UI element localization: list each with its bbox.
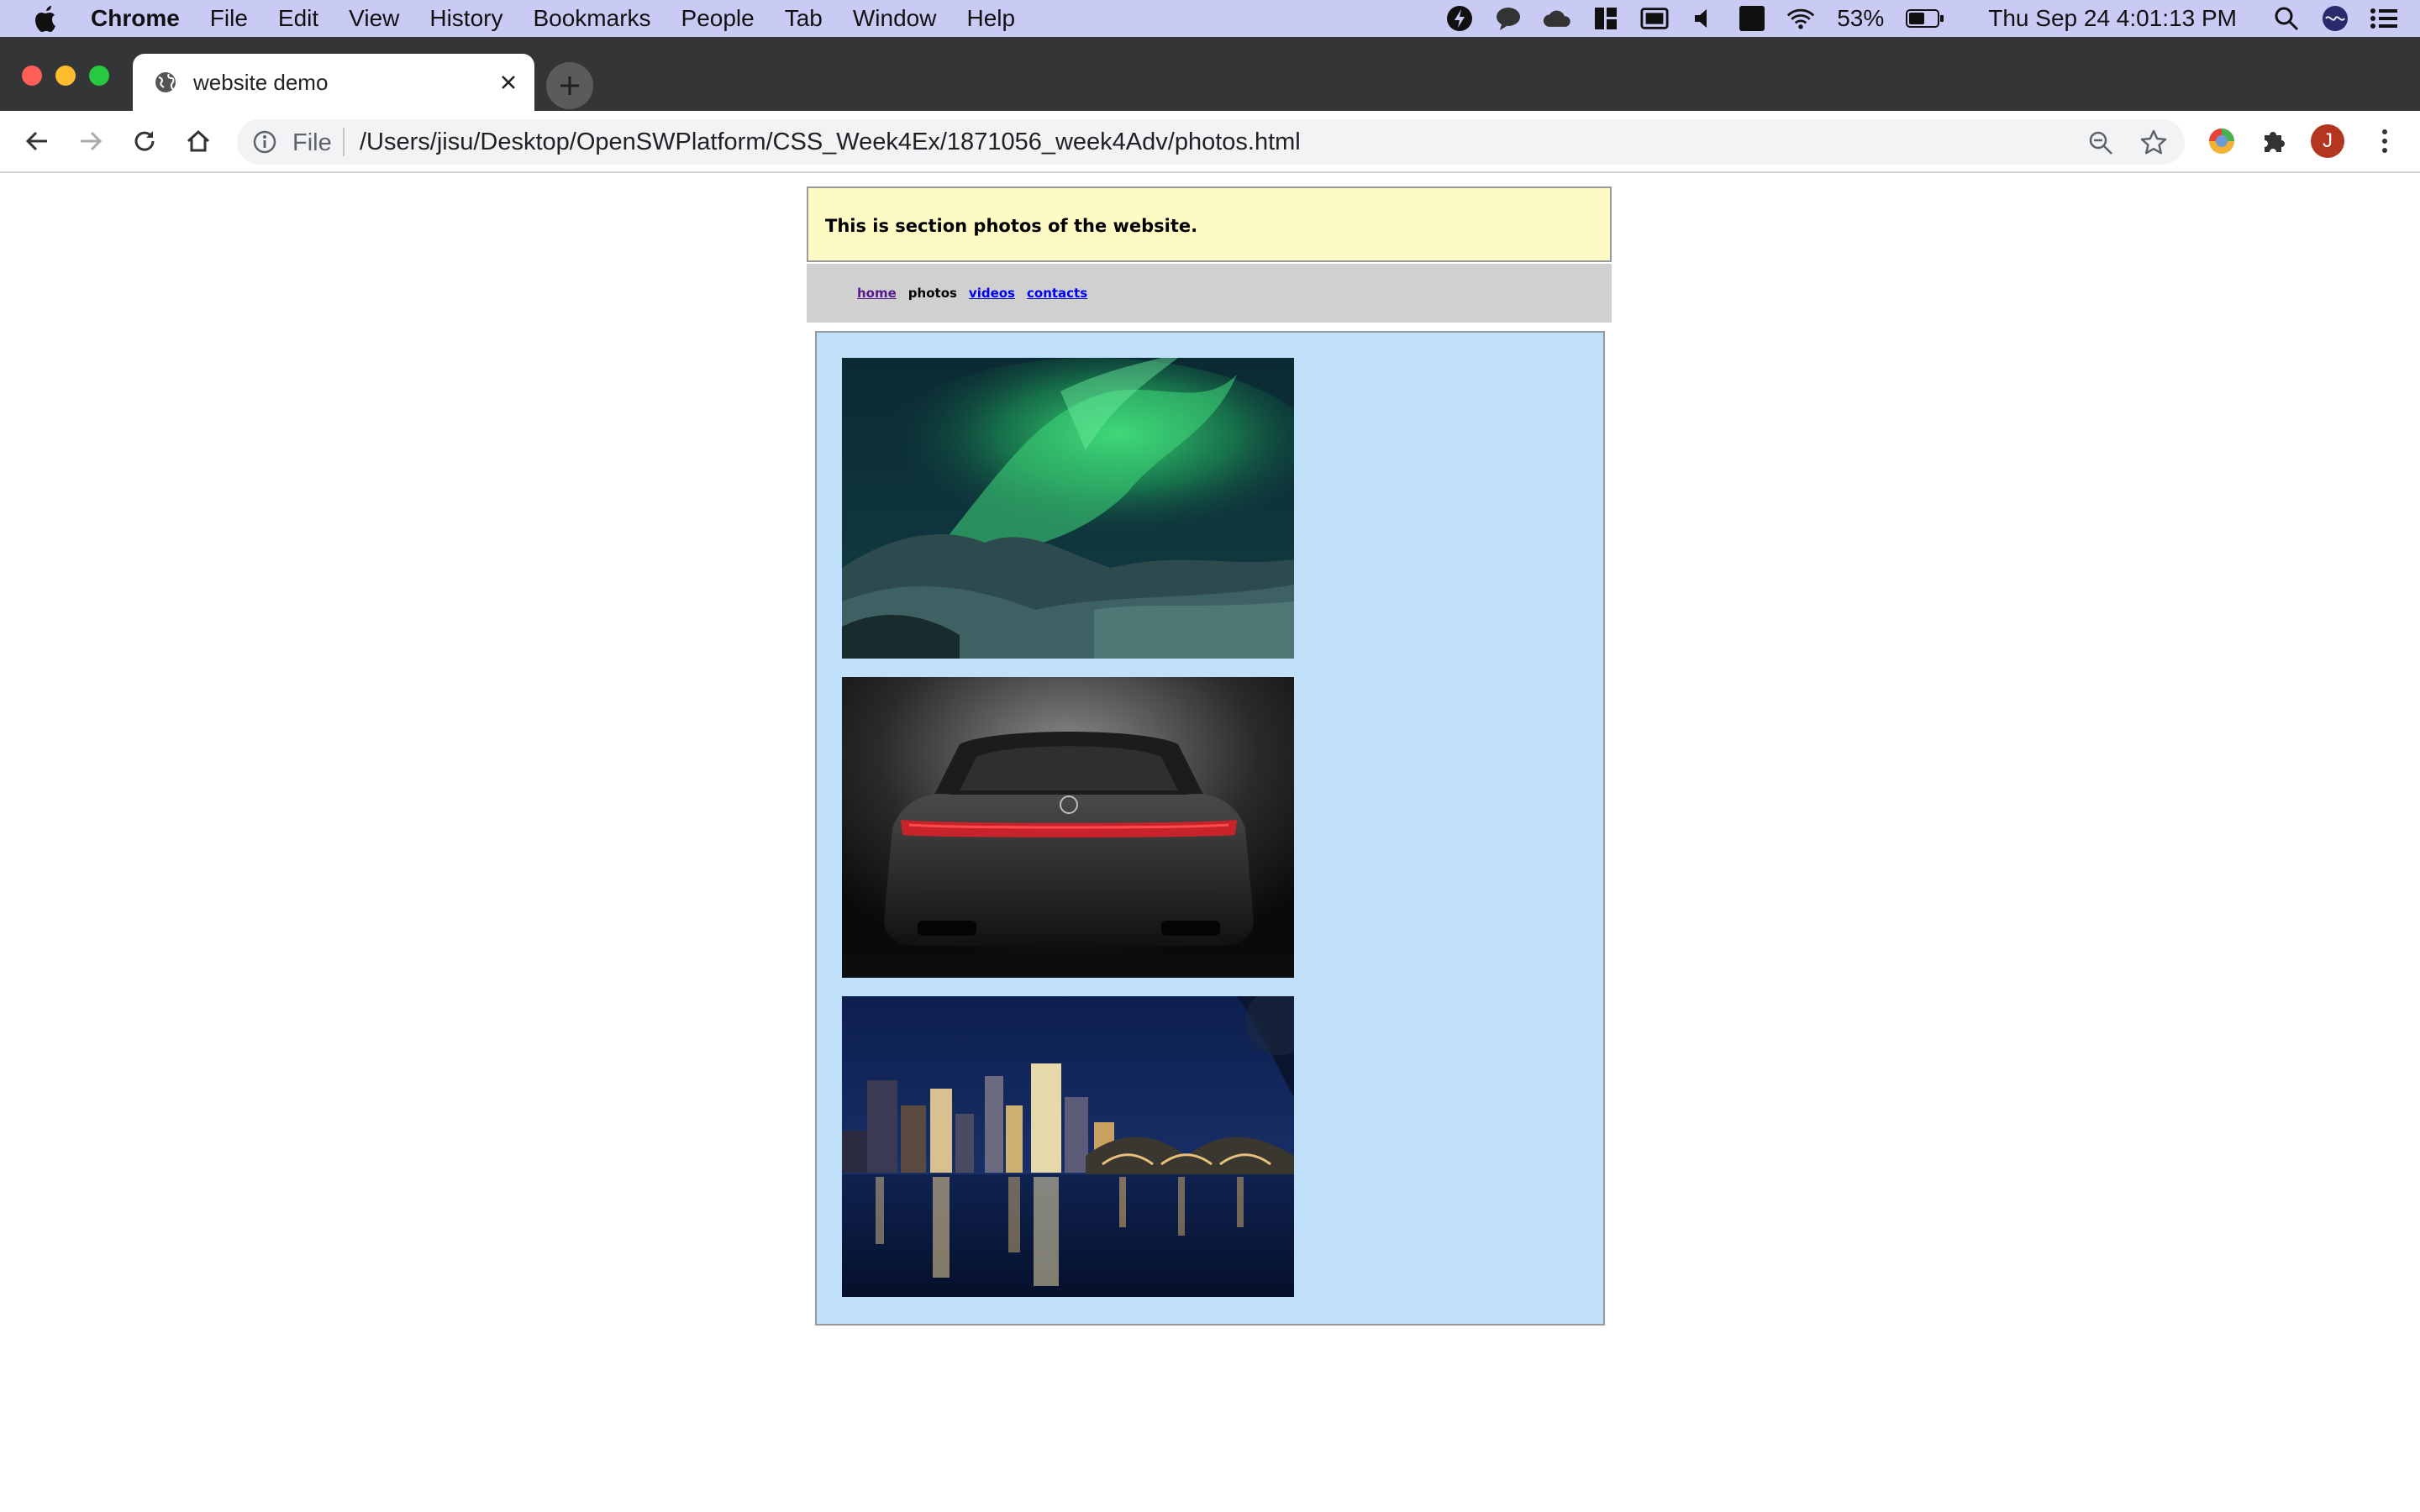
wifi-icon[interactable]: [1786, 4, 1815, 33]
clock[interactable]: Thu Sep 24 4:01:13 PM: [1988, 5, 2237, 32]
zoom-out-icon[interactable]: [2087, 129, 2114, 156]
nav-links: home photos videos contacts: [857, 286, 1087, 301]
nav-current-photos: photos: [908, 286, 957, 301]
forward-arrow-icon[interactable]: [74, 124, 108, 158]
menu-window[interactable]: Window: [853, 5, 937, 32]
section-header: This is section photos of the website.: [807, 186, 1612, 262]
more-menu-icon[interactable]: [2368, 124, 2402, 158]
menu-people[interactable]: People: [681, 5, 755, 32]
globe-icon: [153, 70, 178, 95]
plus-icon: [560, 76, 579, 95]
lightning-icon[interactable]: [1445, 4, 1474, 33]
input-source-icon[interactable]: [1738, 4, 1766, 33]
menu-bookmarks[interactable]: Bookmarks: [533, 5, 650, 32]
nav-link-videos[interactable]: videos: [969, 286, 1015, 301]
nav-link-contacts[interactable]: contacts: [1027, 286, 1087, 301]
minimize-window-button[interactable]: [55, 66, 76, 86]
back-arrow-icon[interactable]: [20, 124, 54, 158]
notification-center-icon[interactable]: [2370, 4, 2398, 33]
bookmark-star-icon[interactable]: [2139, 129, 2168, 157]
scheme-separator: [343, 128, 345, 156]
menu-history[interactable]: History: [429, 5, 502, 32]
photo-gallery: [815, 331, 1605, 1326]
city-skyline-photo: [842, 996, 1294, 1297]
menu-app-chrome[interactable]: Chrome: [91, 5, 180, 32]
menu-view[interactable]: View: [349, 5, 399, 32]
volume-icon[interactable]: [1689, 4, 1718, 33]
profile-initial: J: [2323, 129, 2333, 152]
window-manager-icon[interactable]: [1591, 4, 1620, 33]
close-window-button[interactable]: [22, 66, 42, 86]
url-text[interactable]: /Users/jisu/Desktop/OpenSWPlatform/CSS_W…: [360, 129, 1301, 156]
battery-icon[interactable]: [1906, 4, 1944, 33]
address-bar[interactable]: File /Users/jisu/Desktop/OpenSWPlatform/…: [237, 119, 2185, 165]
home-icon[interactable]: [182, 124, 215, 158]
section-header-text: This is section photos of the website.: [825, 216, 1198, 236]
cloud-icon[interactable]: [1543, 4, 1571, 33]
tab-title: website demo: [193, 69, 329, 95]
tab-strip: website demo: [0, 37, 2420, 111]
extensions-puzzle-icon[interactable]: [2257, 124, 2291, 158]
site-navigation: home photos videos contacts: [807, 264, 1612, 323]
menu-tab[interactable]: Tab: [785, 5, 823, 32]
tab-website-demo[interactable]: website demo: [133, 54, 534, 111]
battery-percent: 53%: [1837, 5, 1885, 31]
menu-file[interactable]: File: [210, 5, 248, 32]
reload-icon[interactable]: [128, 124, 161, 158]
menu-edit[interactable]: Edit: [278, 5, 318, 32]
new-tab-button[interactable]: [546, 62, 593, 109]
browser-toolbar: File /Users/jisu/Desktop/OpenSWPlatform/…: [0, 111, 2420, 173]
aurora-photo: [842, 358, 1294, 659]
display-icon[interactable]: [1640, 4, 1669, 33]
chat-bubble-icon[interactable]: [1494, 4, 1523, 33]
car-photo: [842, 677, 1294, 978]
spotlight-search-icon[interactable]: [2272, 4, 2301, 33]
info-icon[interactable]: [252, 129, 277, 155]
scheme-label: File: [292, 129, 332, 156]
menu-help[interactable]: Help: [966, 5, 1015, 32]
status-tray: 53% Thu Sep 24 4:01:13 PM: [1435, 0, 2420, 37]
maximize-window-button[interactable]: [89, 66, 109, 86]
color-extension-icon[interactable]: [2205, 124, 2238, 158]
siri-icon[interactable]: [2321, 4, 2349, 33]
macos-menu-bar: Chrome File Edit View History Bookmarks …: [0, 0, 2420, 37]
profile-avatar[interactable]: J: [2311, 124, 2344, 158]
apple-menu-icon[interactable]: [32, 4, 60, 33]
close-tab-icon[interactable]: [494, 68, 523, 97]
nav-link-home[interactable]: home: [857, 286, 897, 301]
